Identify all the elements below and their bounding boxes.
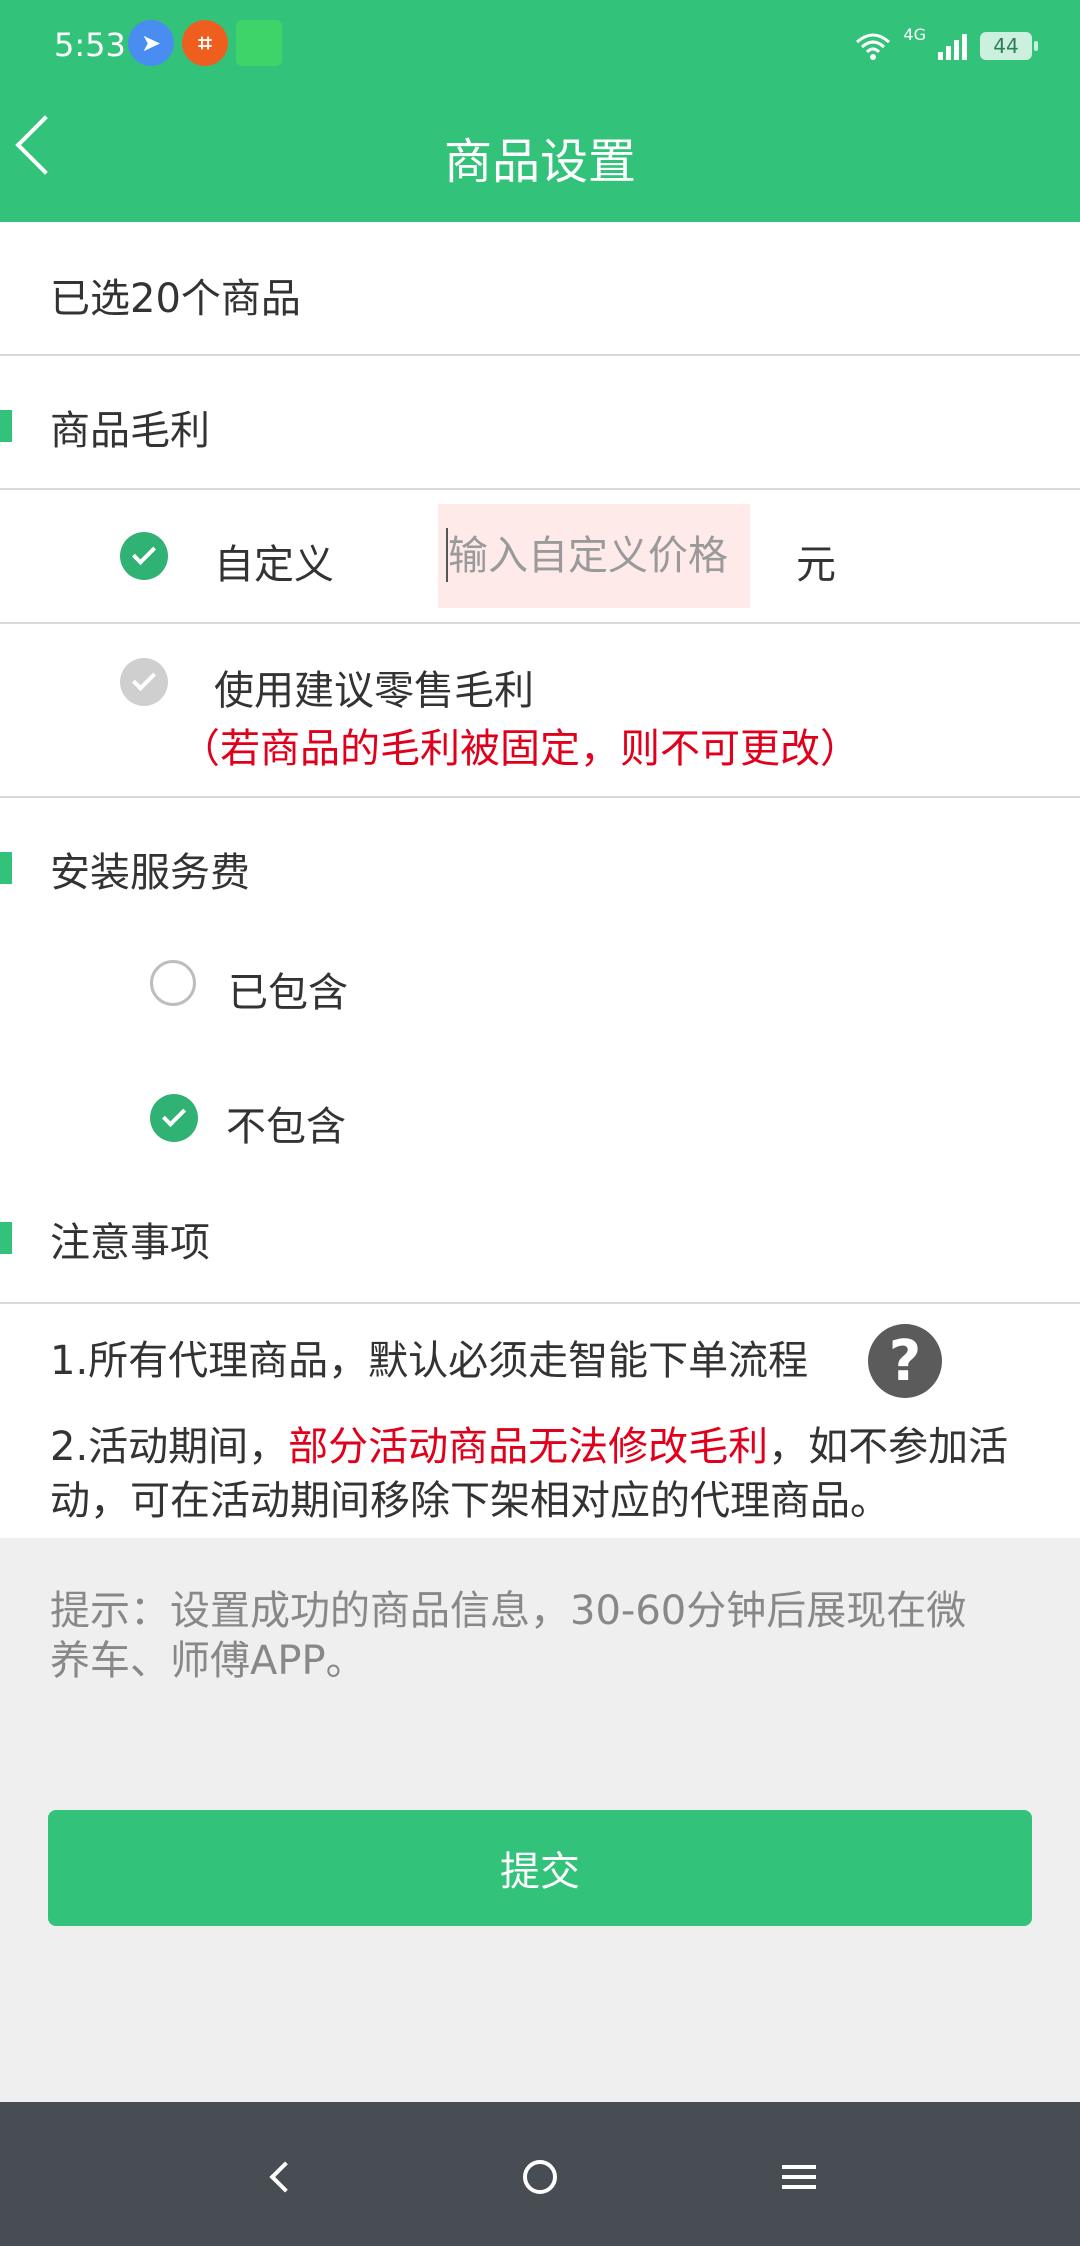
divider bbox=[0, 488, 1080, 490]
notes-section-title: 注意事项 bbox=[50, 1220, 210, 1266]
note-2-line2: 动，可在活动期间移除下架相对应的代理商品。 bbox=[50, 1478, 890, 1524]
settings-panel: 已选20个商品 商品毛利 自定义 元 使用建议零售毛利 （若商品的毛利被固定，则… bbox=[0, 222, 1080, 1538]
note-2: 2.活动期间，部分活动商品无法修改毛利，如不参加活 动，可在活动期间移除下架相对… bbox=[50, 1420, 1050, 1528]
section-marker bbox=[0, 410, 12, 442]
telegram-icon: ➤ bbox=[128, 20, 174, 66]
suggested-option-label[interactable]: 使用建议零售毛利 bbox=[214, 658, 534, 716]
app-header: 5:53 ➤ ⌗ 4G 44 商品设置 bbox=[0, 0, 1080, 222]
section-marker bbox=[0, 1222, 12, 1254]
nav-home-icon[interactable] bbox=[505, 2142, 575, 2212]
note-2-highlight: 部分活动商品无法修改毛利 bbox=[288, 1424, 769, 1470]
status-time: 5:53 bbox=[54, 26, 126, 64]
status-indicators: 4G 44 bbox=[853, 24, 1038, 68]
profit-section-title: 商品毛利 bbox=[50, 408, 210, 454]
included-label[interactable]: 已包含 bbox=[228, 960, 348, 1018]
excluded-check-icon[interactable] bbox=[150, 1094, 198, 1142]
network-type: 4G bbox=[903, 24, 926, 44]
suggested-check-icon[interactable] bbox=[120, 658, 168, 706]
notes-section-header: 注意事项 bbox=[0, 1210, 1080, 1270]
section-marker bbox=[0, 852, 12, 884]
selected-count: 已选20个商品 bbox=[50, 276, 301, 322]
tip-line-1: 提示：设置成功的商品信息，30-60分钟后展现在微 bbox=[50, 1588, 967, 1634]
system-nav-bar bbox=[0, 2102, 1080, 2246]
help-icon[interactable]: ? bbox=[868, 1324, 942, 1398]
signal-icon bbox=[938, 34, 967, 60]
nav-menu-icon[interactable] bbox=[764, 2142, 834, 2212]
note-2-suffix: ，如不参加活 bbox=[768, 1424, 1009, 1470]
custom-option-label[interactable]: 自定义 bbox=[214, 532, 334, 590]
wifi-icon bbox=[856, 33, 891, 60]
app-icon bbox=[236, 20, 282, 66]
note-1: 1.所有代理商品，默认必须走智能下单流程 bbox=[50, 1338, 809, 1384]
text-caret bbox=[446, 528, 448, 582]
divider bbox=[0, 796, 1080, 798]
note-2-prefix: 2.活动期间， bbox=[50, 1424, 289, 1470]
submit-button[interactable]: 提交 bbox=[48, 1810, 1032, 1926]
battery-icon: 44 bbox=[980, 32, 1038, 60]
custom-check-icon[interactable] bbox=[120, 532, 168, 580]
profit-section-header: 商品毛利 bbox=[0, 398, 1080, 458]
page-title: 商品设置 bbox=[443, 134, 636, 190]
excluded-label[interactable]: 不包含 bbox=[226, 1094, 346, 1152]
divider bbox=[0, 1302, 1080, 1304]
divider bbox=[0, 354, 1080, 356]
tip-text: 提示：设置成功的商品信息，30-60分钟后展现在微 养车、师傅APP。 bbox=[50, 1586, 1030, 1686]
included-radio[interactable] bbox=[150, 960, 196, 1006]
install-section-header: 安装服务费 bbox=[0, 840, 1080, 900]
price-unit: 元 bbox=[796, 542, 836, 588]
suggested-note: （若商品的毛利被固定，则不可更改） bbox=[180, 726, 860, 772]
tip-line-2: 养车、师傅APP。 bbox=[50, 1638, 366, 1684]
install-section-title: 安装服务费 bbox=[50, 850, 250, 896]
custom-price-input[interactable] bbox=[438, 504, 750, 608]
divider bbox=[0, 622, 1080, 624]
crop-icon: ⌗ bbox=[182, 20, 228, 66]
nav-back-icon[interactable] bbox=[246, 2142, 316, 2212]
